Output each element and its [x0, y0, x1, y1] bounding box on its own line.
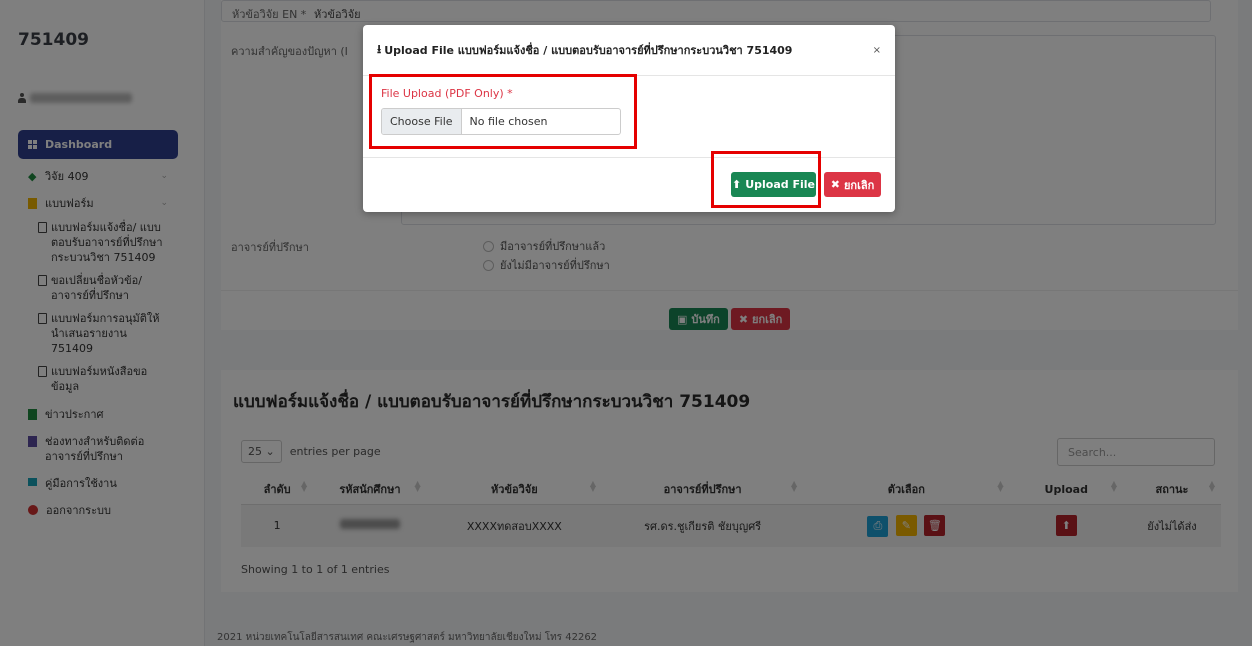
close-icon[interactable]: ×	[873, 45, 881, 56]
highlight-upload-button	[711, 151, 821, 208]
modal-cancel-button[interactable]: ✖ ยกเลิก	[824, 172, 881, 197]
highlight-file-input	[369, 74, 637, 149]
modal-title: Upload File แบบฟอร์มแจ้งชื่อ / แบบตอบรับ…	[384, 44, 793, 57]
upload-icon: ⭳	[377, 41, 382, 56]
close-icon: ✖	[830, 178, 840, 191]
modal-header: ⭳ Upload File แบบฟอร์มแจ้งชื่อ / แบบตอบร…	[363, 25, 895, 76]
